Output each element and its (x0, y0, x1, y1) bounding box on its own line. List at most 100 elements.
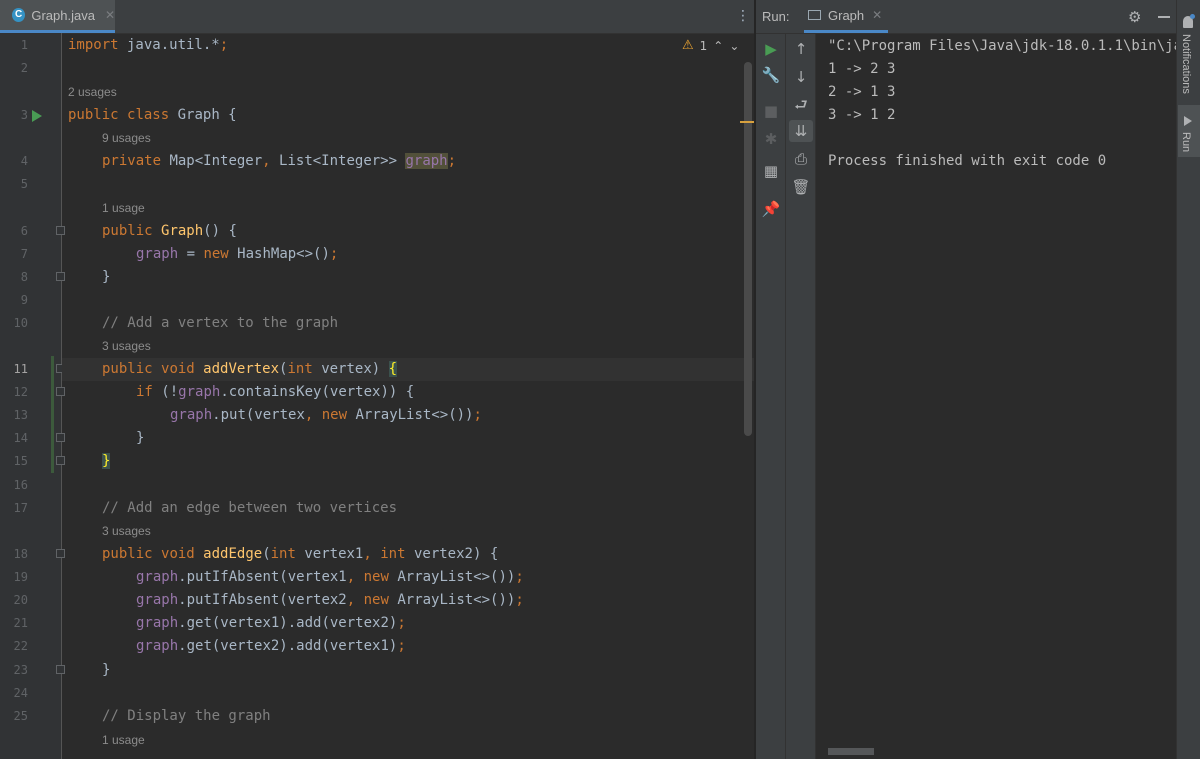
line-number: 2 (20, 61, 28, 75)
semicolon: ; (515, 592, 524, 608)
code-line: graph.putIfAbsent(vertex1, new ArrayList… (62, 566, 754, 589)
line-number: 3 (20, 108, 28, 122)
field-name: graph (170, 407, 213, 423)
warning-icon: ⚠ (682, 38, 694, 53)
code-text: .containsKey(vertex)) { (220, 384, 415, 400)
debug-icon[interactable]: ✱ (756, 128, 786, 150)
print-icon[interactable]: ⎙ (786, 148, 816, 170)
usages-hint[interactable]: 1 usage (102, 197, 145, 220)
horizontal-scrollbar[interactable] (828, 748, 874, 755)
line-number: 19 (13, 570, 28, 584)
code-text: vertex2) { (405, 546, 499, 562)
up-arrow-icon[interactable]: ↑ (786, 38, 816, 60)
down-arrow-icon[interactable]: ↓ (786, 66, 816, 88)
wrench-icon[interactable]: 🔧 (756, 64, 786, 86)
tab-menu-icon[interactable]: ⋮ (736, 8, 750, 24)
notifications-tool-button[interactable]: Notifications (1180, 34, 1192, 94)
layout-icon[interactable]: ▦ (756, 160, 786, 182)
field-name: graph (136, 592, 179, 608)
inspection-widget[interactable]: ⚠ 1 ⌃ ⌄ (682, 38, 739, 53)
code-editor[interactable]: C Graph.java ✕ ⋮ 1 2 3 4 5 6 7 8 9 10 11… (0, 0, 754, 759)
code-text: } (136, 430, 145, 446)
comma: , (346, 569, 356, 585)
semicolon: ; (473, 407, 482, 423)
tab-label: Graph.java (31, 7, 95, 23)
line-number: 17 (13, 501, 28, 515)
line-number: 8 (20, 270, 28, 284)
semicolon: ; (219, 37, 229, 53)
run-class-icon[interactable] (32, 110, 42, 122)
code-line: public void addEdge(int vertex1, int ver… (62, 543, 754, 566)
keyword: int (380, 546, 406, 562)
code-line: import java.util.*; (62, 34, 748, 57)
semicolon: ; (397, 638, 406, 654)
tab-graph-java[interactable]: C Graph.java ✕ (0, 0, 115, 33)
code-line: graph.get(vertex1).add(vertex2); (62, 612, 754, 635)
code-text: HashMap<>() (228, 246, 330, 262)
keyword: public (68, 107, 119, 123)
keyword: private (102, 153, 162, 169)
scroll-to-end-icon[interactable]: ⇊ (789, 120, 813, 142)
run-header: Run: Graph ✕ ⚙ (756, 0, 1176, 34)
field-name: graph (178, 384, 221, 400)
field-name: graph (136, 569, 179, 585)
usages-hint[interactable]: 3 usages (102, 520, 151, 543)
minimize-icon[interactable] (1158, 16, 1170, 18)
usages-hint[interactable]: 9 usages (102, 127, 151, 150)
code-line: } (62, 450, 754, 473)
line-number: 9 (20, 293, 28, 307)
previous-highlight-icon[interactable]: ⌃ (713, 39, 723, 53)
code-text: vertex1 (295, 546, 364, 562)
code-line: // Add an edge between two vertices (62, 497, 754, 520)
line-number-gutter[interactable]: 1 2 3 4 5 6 7 8 9 10 11 12 13 14 15 16 1… (0, 33, 65, 759)
code-text: .get(vertex2).add(vertex1) (178, 638, 398, 654)
code-line: } (62, 427, 754, 450)
code-line: graph.put(vertex, new ArrayList<>()); (62, 404, 754, 427)
comment: // Add a vertex to the graph (102, 315, 339, 331)
run-toolbar-primary: ▶ 🔧 ■ ✱ ▦ 📌 (756, 34, 786, 759)
tab-run-graph[interactable]: Graph ✕ (804, 0, 888, 33)
vertical-scrollbar[interactable] (744, 62, 752, 436)
code-area[interactable]: import java.util.*; 2 usages public clas… (62, 33, 754, 759)
function-name: addEdge (203, 546, 263, 562)
code-line: public class Graph { (62, 104, 748, 127)
rerun-icon[interactable]: ▶ (756, 38, 786, 60)
usages-hint[interactable]: 2 usages (68, 81, 117, 104)
comment: // Add an edge between two vertices (102, 500, 398, 516)
line-number: 25 (13, 709, 28, 723)
line-number: 5 (20, 177, 28, 191)
line-number: 23 (13, 663, 28, 677)
next-highlight-icon[interactable]: ⌄ (729, 39, 739, 53)
keyword: int (270, 546, 296, 562)
console-line: 1 -> 2 3 (828, 61, 896, 77)
trash-icon[interactable]: 🗑 (786, 176, 816, 198)
line-number: 18 (13, 547, 28, 561)
close-tab-icon[interactable]: ✕ (105, 8, 115, 22)
warning-stripe-marker[interactable] (740, 121, 754, 123)
usages-hint[interactable]: 3 usages (102, 335, 151, 358)
run-tool-label[interactable]: Run (1180, 132, 1192, 152)
soft-wrap-icon[interactable]: ⮐ (786, 94, 816, 116)
line-number: 22 (13, 639, 28, 653)
code-text: .get(vertex1).add(vertex2) (178, 615, 398, 631)
code-text: ( (262, 546, 271, 562)
console-output[interactable]: "C:\Program Files\Java\jdk-18.0.1.1\bin\… (816, 34, 1176, 744)
line-number: 20 (13, 593, 28, 607)
keyword: import (68, 37, 119, 53)
code-line: if (!graph.containsKey(vertex)) { (62, 381, 754, 404)
keyword: public (102, 223, 153, 239)
line-number: 1 (20, 38, 28, 52)
line-number: 15 (13, 454, 28, 468)
usages-hint[interactable]: 1 usage (102, 729, 145, 752)
keyword: public (102, 361, 153, 377)
gear-icon[interactable]: ⚙ (1128, 8, 1141, 26)
stop-icon[interactable]: ■ (756, 100, 786, 122)
field-name: graph (136, 615, 179, 631)
semicolon: ; (329, 246, 339, 262)
line-number: 7 (20, 247, 28, 261)
pin-icon[interactable]: 📌 (756, 198, 786, 220)
code-text: vertex) (312, 361, 389, 377)
close-run-tab-icon[interactable]: ✕ (872, 8, 882, 22)
run-icon (1184, 116, 1192, 126)
keyword: void (161, 361, 195, 377)
